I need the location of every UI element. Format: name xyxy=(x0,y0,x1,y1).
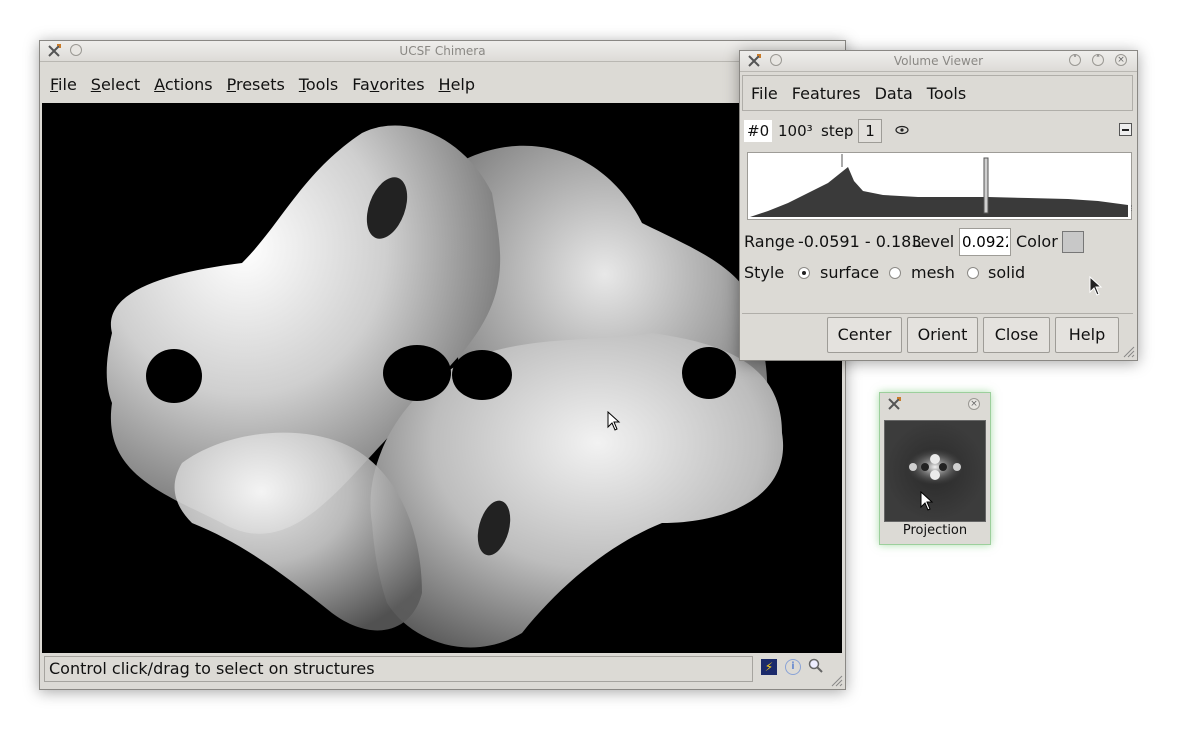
close-button[interactable]: Close xyxy=(983,317,1050,353)
chimera-titlebar[interactable]: UCSF Chimera xyxy=(40,41,845,62)
menu-actions[interactable]: Actions xyxy=(154,75,212,94)
menu-presets[interactable]: Presets xyxy=(227,75,285,94)
window-menu-button[interactable] xyxy=(70,44,82,56)
vv-menu-features[interactable]: Features xyxy=(792,84,861,103)
range-value: -0.0591 - 0.183 xyxy=(798,232,922,251)
magnifier-icon[interactable] xyxy=(808,658,824,674)
chimera-app-icon xyxy=(888,397,901,410)
step-menu[interactable]: 1 xyxy=(858,119,882,143)
status-line: Control click/drag to select on structur… xyxy=(44,656,753,682)
separator xyxy=(742,313,1133,314)
menu-file[interactable]: File xyxy=(50,75,77,94)
histogram[interactable] xyxy=(747,152,1132,220)
volume-viewer-title: Volume Viewer xyxy=(893,54,984,68)
graphics-viewport[interactable] xyxy=(42,103,842,653)
volume-viewer-titlebar[interactable]: Volume Viewer ˅ ˄ × xyxy=(740,51,1137,72)
mouse-cursor-icon xyxy=(920,491,934,511)
info-icon[interactable]: i xyxy=(785,659,801,675)
chimera-menubar: File Select Actions Presets Tools Favori… xyxy=(50,75,489,94)
level-field[interactable] xyxy=(959,228,1011,256)
color-label: Color xyxy=(1016,232,1058,251)
data-row: #0 100³ step 1 xyxy=(744,119,1133,145)
projection-image[interactable] xyxy=(884,420,986,522)
vv-menu-tools[interactable]: Tools xyxy=(927,84,966,103)
resize-grip-icon[interactable] xyxy=(1123,346,1135,358)
volume-menubar: File Features Data Tools xyxy=(742,75,1133,111)
mouse-cursor-icon xyxy=(607,411,621,431)
orient-button[interactable]: Orient xyxy=(907,317,978,353)
command-line-icon[interactable]: ⚡ xyxy=(761,659,777,675)
style-surface-label[interactable]: surface xyxy=(820,260,879,286)
collapse-panel-button[interactable] xyxy=(1119,123,1132,136)
histogram-handle[interactable] xyxy=(1131,205,1135,211)
style-row: Style surface mesh solid xyxy=(744,260,1133,286)
status-text: Control click/drag to select on structur… xyxy=(49,659,375,678)
chimera-app-icon xyxy=(48,44,61,57)
volume-viewer-window: Volume Viewer ˅ ˄ × File Features Data T… xyxy=(739,50,1138,361)
model-id[interactable]: #0 xyxy=(744,120,773,142)
vv-menu-file[interactable]: File xyxy=(751,84,778,103)
level-label: Level xyxy=(912,232,955,251)
projection-label: Projection xyxy=(902,523,968,538)
menu-select[interactable]: Select xyxy=(91,75,140,94)
mouse-cursor-icon xyxy=(1089,276,1103,296)
vv-menu-data[interactable]: Data xyxy=(875,84,913,103)
chimera-window: UCSF Chimera File Select Actions Presets… xyxy=(39,40,846,690)
help-button[interactable]: Help xyxy=(1055,317,1119,353)
window-menu-button[interactable] xyxy=(770,54,782,66)
menu-help[interactable]: Help xyxy=(439,75,475,94)
minimize-button[interactable]: ˅ xyxy=(1069,54,1081,66)
color-swatch[interactable] xyxy=(1062,231,1084,253)
eye-icon[interactable] xyxy=(895,125,909,135)
chimera-app-icon xyxy=(748,54,761,67)
maximize-button[interactable]: ˄ xyxy=(1092,54,1104,66)
grid-size: 100³ xyxy=(778,122,813,140)
menu-tools[interactable]: Tools xyxy=(299,75,338,94)
volume-surface-render[interactable] xyxy=(42,103,842,653)
range-label: Range xyxy=(744,232,795,251)
resize-grip-icon[interactable] xyxy=(831,675,843,687)
close-window-button[interactable]: × xyxy=(968,398,980,410)
style-solid-label[interactable]: solid xyxy=(988,260,1025,286)
style-solid-radio[interactable] xyxy=(967,267,979,279)
projection-window: × Projection xyxy=(879,392,991,545)
style-label: Style xyxy=(744,263,785,282)
style-surface-radio[interactable] xyxy=(798,267,810,279)
chimera-title: UCSF Chimera xyxy=(399,44,486,58)
center-button[interactable]: Center xyxy=(827,317,902,353)
threshold-row: Range -0.0591 - 0.183 Level Color xyxy=(744,228,1133,256)
menu-favorites[interactable]: Favorites xyxy=(352,75,424,94)
style-mesh-label[interactable]: mesh xyxy=(911,260,955,286)
close-window-button[interactable]: × xyxy=(1115,54,1127,66)
style-mesh-radio[interactable] xyxy=(889,267,901,279)
step-label: step xyxy=(821,122,854,140)
